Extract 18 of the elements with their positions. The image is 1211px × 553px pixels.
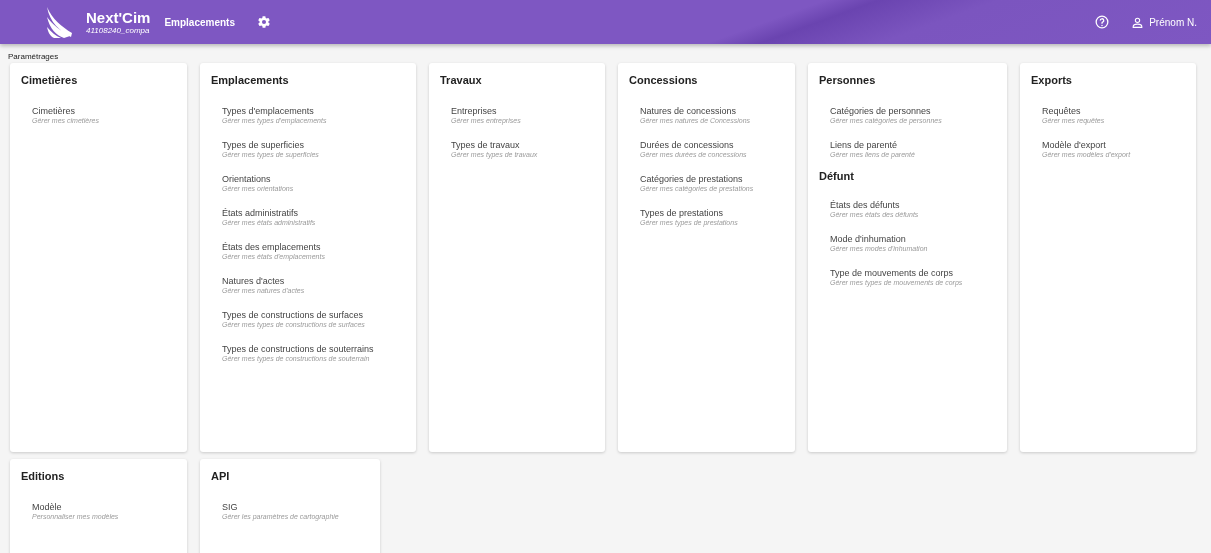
settings-icon[interactable] [257, 15, 271, 29]
wing-logo-icon [44, 5, 74, 39]
section-title: Défunt [819, 170, 855, 182]
help-icon[interactable] [1095, 15, 1110, 29]
section-title: Concessions [629, 74, 699, 86]
section-title: Editions [21, 470, 66, 482]
user-menu[interactable]: Prénom N. [1131, 15, 1197, 29]
account-code: 41108240_compa [86, 26, 151, 35]
breadcrumb: Paramétrages [7, 51, 60, 63]
section-title: Emplacements [211, 74, 290, 86]
module-title: Emplacements [164, 16, 235, 28]
person-icon [1131, 15, 1145, 29]
app-name: Next'Cim [86, 9, 151, 25]
section-title: Cimetières [21, 74, 79, 86]
section-title: API [211, 470, 231, 482]
section-title: Personnes [819, 74, 877, 86]
section-title: Exports [1031, 74, 1073, 86]
section-title: Travaux [440, 74, 483, 86]
